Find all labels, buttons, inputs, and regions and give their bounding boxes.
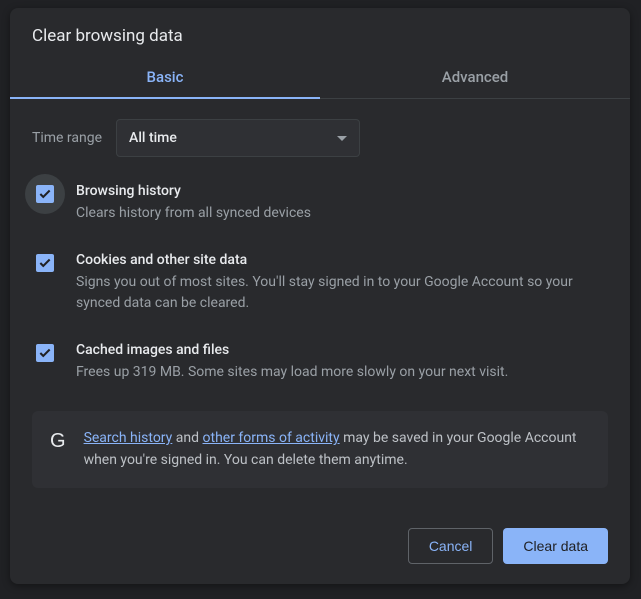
time-range-select[interactable]: All time — [116, 119, 360, 157]
info-text: Search history and other forms of activi… — [84, 427, 590, 472]
cancel-button[interactable]: Cancel — [408, 528, 494, 564]
option-title: Cookies and other site data — [76, 252, 608, 268]
other-activity-link[interactable]: other forms of activity — [203, 430, 340, 446]
chevron-down-icon — [337, 136, 347, 141]
time-range-label: Time range — [32, 130, 102, 146]
search-history-link[interactable]: Search history — [84, 430, 173, 446]
info-card: G Search history and other forms of acti… — [32, 411, 608, 488]
option-title: Browsing history — [76, 183, 608, 199]
clear-data-button[interactable]: Clear data — [503, 528, 608, 564]
dialog-content: Time range All time Browsing history Cle… — [10, 99, 630, 510]
option-desc: Frees up 319 MB. Some sites may load mor… — [76, 362, 608, 383]
dialog-title: Clear browsing data — [10, 8, 630, 54]
tab-basic[interactable]: Basic — [10, 54, 320, 98]
time-range-row: Time range All time — [32, 119, 608, 157]
check-icon — [38, 187, 52, 201]
checkbox-cache[interactable] — [36, 344, 54, 362]
option-text: Cached images and files Frees up 319 MB.… — [76, 342, 608, 383]
tab-advanced[interactable]: Advanced — [320, 54, 630, 98]
tab-bar: Basic Advanced — [10, 54, 630, 99]
option-browsing-history: Browsing history Clears history from all… — [32, 183, 608, 224]
time-range-value: All time — [129, 130, 177, 146]
info-mid1: and — [172, 430, 202, 446]
checkbox-cookies[interactable] — [36, 254, 54, 272]
option-desc: Clears history from all synced devices — [76, 203, 608, 224]
check-icon — [38, 346, 52, 360]
option-text: Browsing history Clears history from all… — [76, 183, 608, 224]
option-text: Cookies and other site data Signs you ou… — [76, 252, 608, 314]
check-icon — [38, 256, 52, 270]
option-cache: Cached images and files Frees up 319 MB.… — [32, 342, 608, 383]
option-title: Cached images and files — [76, 342, 608, 358]
option-cookies: Cookies and other site data Signs you ou… — [32, 252, 608, 314]
dialog-footer: Cancel Clear data — [10, 510, 630, 584]
option-desc: Signs you out of most sites. You'll stay… — [76, 272, 608, 314]
google-g-icon: G — [50, 427, 66, 455]
checkbox-browsing-history[interactable] — [36, 185, 54, 203]
clear-browsing-data-dialog: Clear browsing data Basic Advanced Time … — [10, 8, 630, 584]
